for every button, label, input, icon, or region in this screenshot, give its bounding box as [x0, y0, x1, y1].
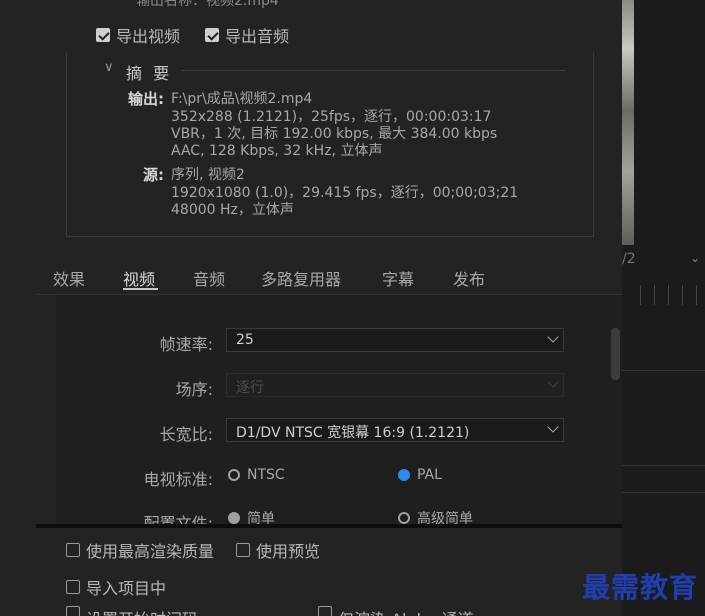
aspect-value: D1/DV NTSC 宽银幕 16:9 (1.2121) [236, 425, 470, 441]
profile-simple-radio[interactable]: 简单 [228, 511, 275, 524]
tv-ntsc-radio[interactable]: NTSC [228, 467, 285, 483]
radio-selected-icon[interactable] [228, 511, 240, 524]
profile-advanced-radio[interactable]: 高级简单 [398, 511, 473, 524]
checkbox-unchecked-icon[interactable] [66, 606, 80, 616]
program-monitor-panel [622, 0, 705, 616]
export-audio-checkbox[interactable]: 导出音频 [205, 23, 289, 47]
field-order-label: 场序: [175, 380, 213, 399]
tv-pal-label: PAL [417, 467, 442, 483]
export-video-checkbox[interactable]: 导出视频 [96, 23, 180, 47]
chevron-down-icon [547, 421, 559, 433]
output-audio-info: AAC, 128 Kbps, 32 kHz, 立体声 [171, 143, 383, 159]
tv-standard-label: 电视标准: [143, 470, 213, 489]
tv-ntsc-label: NTSC [247, 467, 285, 483]
radio-unselected-icon[interactable] [398, 511, 410, 524]
checkbox-checked-icon[interactable] [205, 28, 219, 42]
tab-effects[interactable]: 效果 [53, 266, 85, 290]
frame-rate-label: 帧速率: [159, 335, 213, 354]
output-label: 输出: [128, 90, 164, 108]
set-start-timecode-checkbox[interactable]: 设置开始时间码 [66, 606, 198, 616]
import-into-project-label: 导入项目中 [86, 579, 167, 598]
summary-title: 摘 要 [126, 64, 173, 83]
profile-label: 配置文件: [143, 514, 213, 524]
watermark-logo: 最需教育 [582, 571, 699, 604]
checkbox-checked-icon[interactable] [96, 28, 110, 42]
chevron-down-icon [547, 331, 559, 343]
max-render-quality-checkbox[interactable]: 使用最高渲染质量 [66, 538, 214, 562]
tab-audio[interactable]: 音频 [193, 266, 225, 290]
export-audio-label: 导出音频 [225, 27, 290, 46]
checkbox-unchecked-icon[interactable] [66, 543, 80, 557]
tab-multiplexer[interactable]: 多路复用器 [261, 266, 341, 290]
render-alpha-checkbox[interactable]: 仅渲染 Alpha 通道 [318, 606, 474, 616]
field-order-value: 逐行 [236, 380, 264, 396]
use-previews-checkbox[interactable]: 使用预览 [236, 538, 320, 562]
track-divider [622, 370, 705, 371]
source-label: 源: [143, 166, 164, 184]
frame-rate-value: 25 [236, 332, 254, 348]
field-order-select: 逐行 [226, 373, 564, 397]
source-name: 序列, 视频2 [171, 167, 245, 183]
frame-rate-select[interactable]: 25 [226, 328, 564, 352]
set-start-timecode-label: 设置开始时间码 [86, 606, 198, 616]
summary-divider [181, 70, 566, 71]
track-divider [622, 465, 705, 466]
checkbox-unchecked-icon[interactable] [236, 543, 250, 557]
source-audio-info: 48000 Hz，立体声 [171, 202, 294, 218]
chevron-down-icon[interactable]: ∨ [104, 60, 114, 75]
radio-unselected-icon[interactable] [228, 469, 240, 481]
preview-image-strip [622, 0, 634, 245]
profile-advanced-label: 高级简单 [417, 511, 473, 524]
radio-selected-icon[interactable] [398, 469, 410, 481]
chevron-down-icon[interactable]: ⌄ [690, 251, 700, 265]
import-into-project-checkbox[interactable]: 导入项目中 [66, 575, 166, 599]
tv-pal-radio[interactable]: PAL [398, 467, 442, 483]
settings-scrollbar[interactable] [611, 328, 620, 380]
timeline-ruler [640, 285, 705, 305]
checkbox-unchecked-icon[interactable] [318, 606, 332, 616]
left-panel-edge [0, 0, 37, 616]
tab-captions[interactable]: 字幕 [382, 266, 414, 290]
tab-video[interactable]: 视频 [123, 266, 155, 290]
tab-publish[interactable]: 发布 [453, 266, 485, 290]
export-settings-dialog: 输出名称：视频2.mp4 导出视频 导出音频 ∨ 摘 要 输出: F:\pr\成… [36, 0, 622, 616]
profile-simple-label: 简单 [247, 511, 275, 524]
active-tab-indicator [123, 288, 158, 290]
max-render-quality-label: 使用最高渲染质量 [86, 542, 215, 561]
aspect-select[interactable]: D1/DV NTSC 宽银幕 16:9 (1.2121) [226, 418, 564, 442]
use-previews-label: 使用预览 [256, 542, 321, 561]
output-name-row: 输出名称：视频2.mp4 [136, 0, 279, 9]
checkbox-unchecked-icon[interactable] [66, 580, 80, 594]
aspect-label: 长宽比: [159, 425, 213, 444]
output-path: F:\pr\成品\视频2.mp4 [171, 91, 313, 107]
chevron-down-icon [547, 376, 559, 388]
render-alpha-label: 仅渲染 Alpha 通道 [338, 606, 474, 616]
export-video-label: 导出视频 [116, 27, 181, 46]
track-divider [622, 492, 705, 493]
